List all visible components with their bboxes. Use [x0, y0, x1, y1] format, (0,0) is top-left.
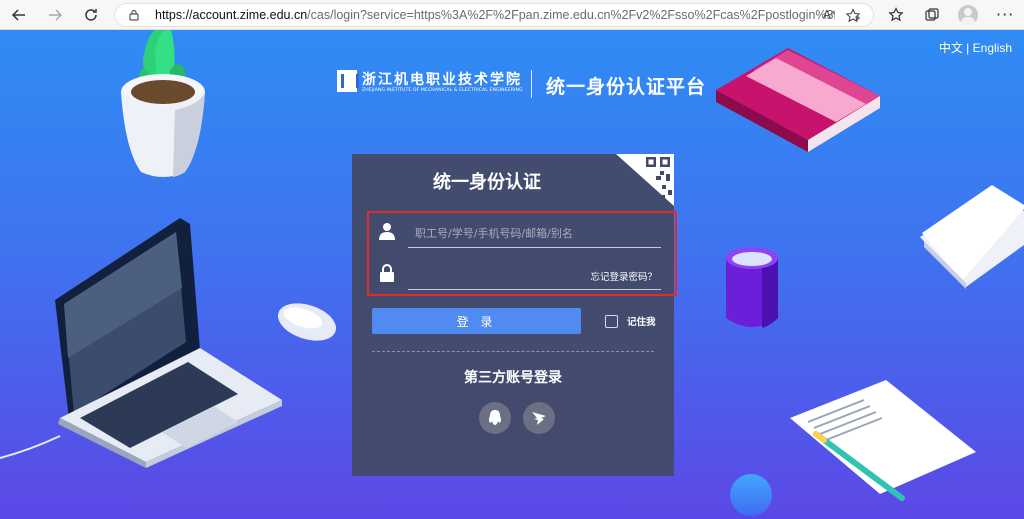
url-host: https://account.zime.edu.cn	[155, 8, 308, 22]
login-page: 中文 | English 浙江机电职业技术学院 ZHEJIANG INSTITU…	[0, 30, 1024, 519]
lock-icon[interactable]	[127, 8, 141, 22]
url-path: /cas/login?service=https%3A%2F%2Fpan.zim…	[307, 8, 835, 22]
favorite-star-icon[interactable]	[845, 8, 861, 24]
document-illustration	[790, 380, 976, 501]
username-input[interactable]	[415, 222, 655, 244]
school-name-en: ZHEJIANG INSTITUTE OF MECHANICAL & ELECT…	[362, 88, 523, 93]
third-party-login-title: 第三方账号登录	[464, 370, 562, 386]
refresh-icon	[85, 9, 97, 21]
favorites-star-icon	[888, 7, 904, 22]
username-field	[379, 218, 661, 248]
potted-plant-illustration	[121, 30, 205, 177]
qr-code-toggle-icon[interactable]	[616, 154, 674, 206]
cup-illustration	[726, 247, 778, 328]
browser-toolbar: https://account.zime.edu.cn/cas/login?se…	[0, 0, 1024, 30]
header-divider	[531, 70, 532, 98]
user-icon	[379, 223, 395, 240]
book-illustration	[716, 48, 880, 152]
remember-me-label: 记住我	[627, 317, 656, 328]
padlock-icon	[380, 264, 394, 282]
more-menu-icon[interactable]: ···	[996, 5, 1014, 24]
remember-me-checkbox[interactable]	[605, 314, 618, 328]
collections-button[interactable]	[922, 5, 942, 25]
password-field[interactable]: 忘记登录密码？	[379, 260, 661, 290]
lang-chinese-link[interactable]: 中文	[939, 41, 963, 55]
login-card: 统一身份认证 忘记登录密码？ 登 录 记住我 第三方账号登录	[352, 154, 677, 476]
school-name-cn: 浙江机电职业技术学院	[362, 72, 522, 88]
address-bar[interactable]: https://account.zime.edu.cn/cas/login?se…	[114, 3, 874, 27]
arrow-left-icon	[11, 9, 25, 21]
collections-icon	[925, 8, 939, 21]
forward-button[interactable]	[44, 4, 66, 26]
qq-icon	[489, 410, 501, 425]
platform-title: 统一身份认证平台	[546, 76, 707, 98]
dashed-separator	[372, 351, 654, 352]
login-button[interactable]: 登 录	[372, 308, 581, 334]
dingtalk-login-button[interactable]	[523, 402, 555, 434]
back-button[interactable]	[8, 4, 30, 26]
qq-login-button[interactable]	[479, 402, 511, 434]
decor-circle	[730, 474, 772, 516]
language-switch: 中文 | English	[939, 39, 1012, 56]
profile-avatar[interactable]	[958, 5, 978, 25]
favorites-button[interactable]	[886, 5, 906, 25]
arrow-right-icon	[49, 9, 63, 21]
lang-english-link[interactable]: English	[973, 41, 1012, 55]
refresh-button[interactable]	[80, 4, 102, 26]
school-emblem-icon	[337, 70, 359, 92]
dingtalk-icon	[532, 412, 546, 425]
url-text[interactable]: https://account.zime.edu.cn/cas/login?se…	[155, 8, 835, 22]
school-logo: 浙江机电职业技术学院 ZHEJIANG INSTITUTE OF MECHANI…	[337, 68, 523, 98]
read-aloud-icon[interactable]: Aᵃ	[823, 8, 835, 21]
mouse-illustration	[277, 303, 337, 341]
username-underline	[408, 247, 661, 248]
laptop-illustration	[0, 218, 282, 468]
login-title: 统一身份认证	[433, 172, 541, 193]
password-underline	[408, 289, 661, 290]
forgot-password-link[interactable]: 忘记登录密码？	[590, 269, 657, 283]
remember-me[interactable]: 记住我	[605, 314, 656, 328]
lang-separator: |	[962, 41, 973, 55]
paper-stack-illustration	[920, 185, 1024, 289]
